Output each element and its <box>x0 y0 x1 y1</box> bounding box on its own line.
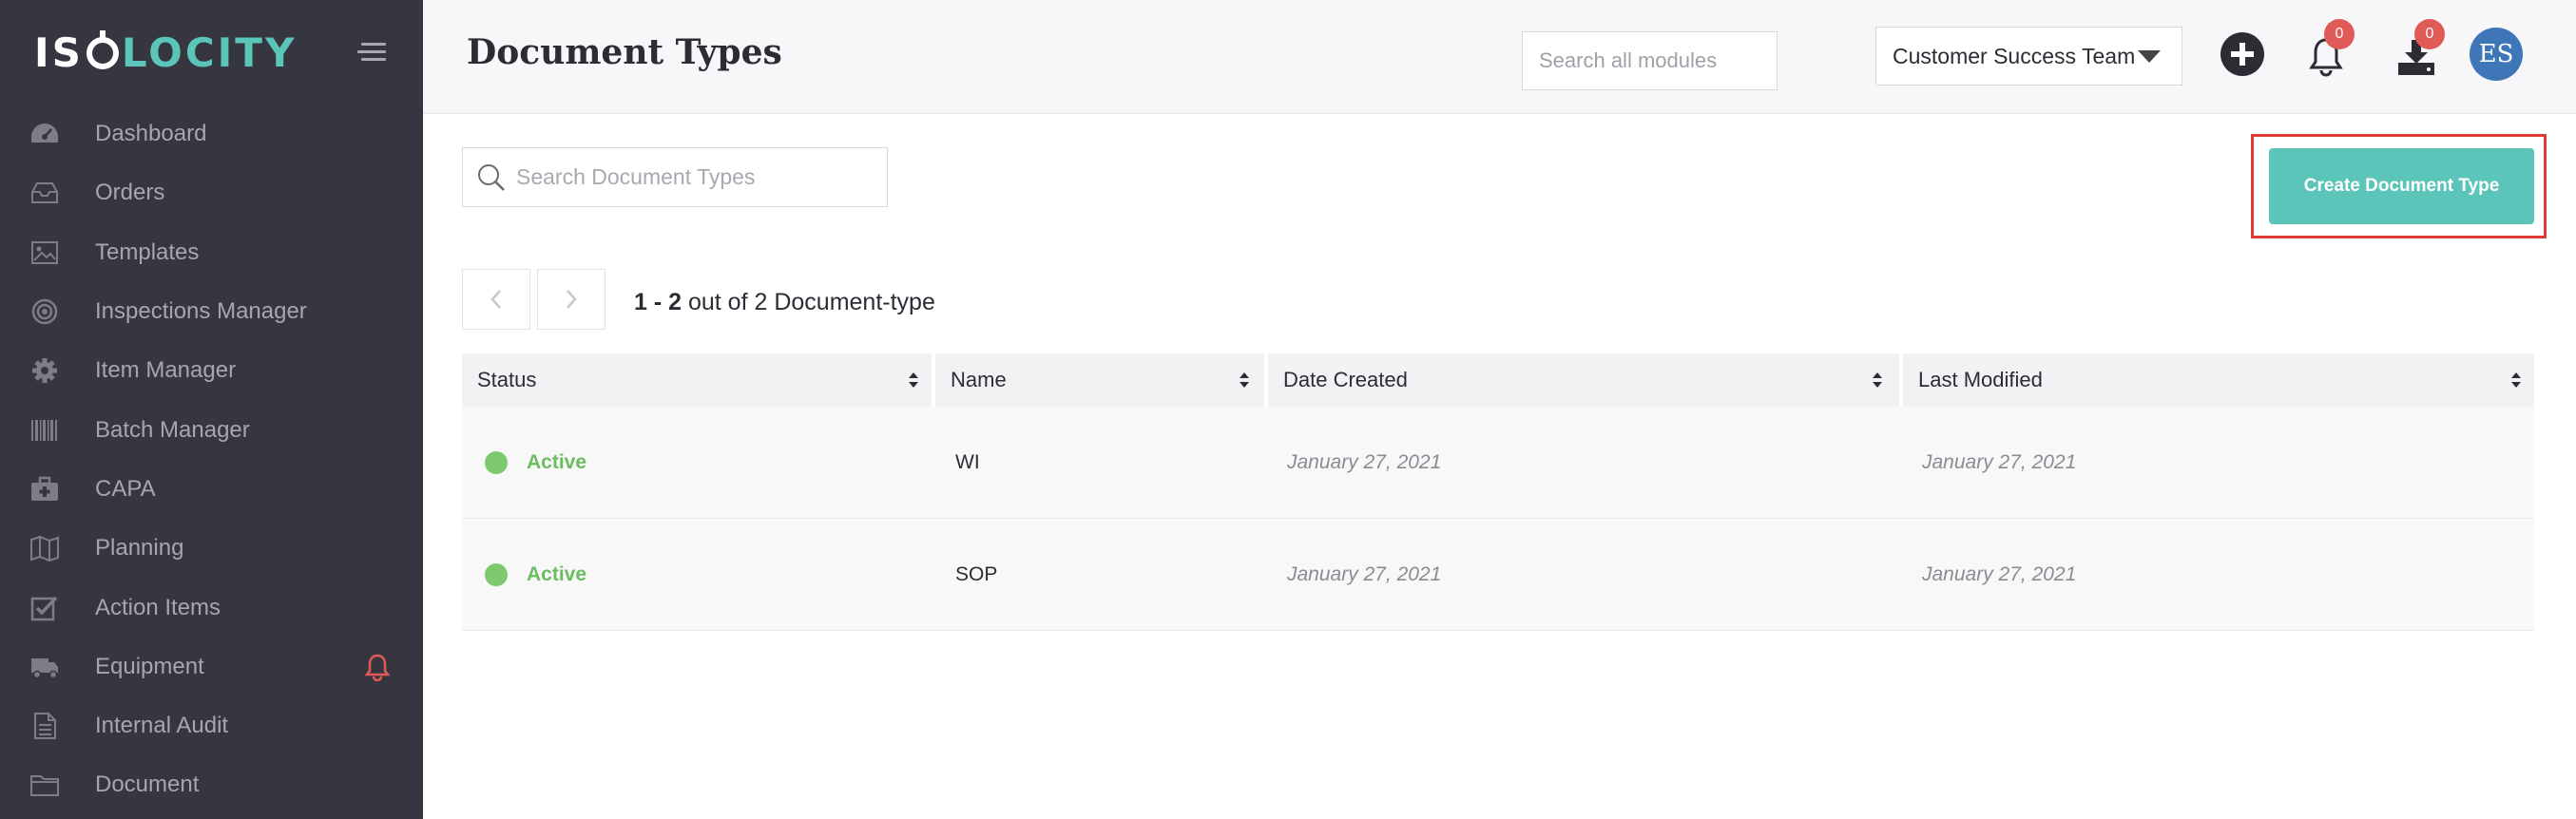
sort-icon <box>1240 372 1249 388</box>
sort-icon <box>909 372 918 388</box>
menu-toggle-icon[interactable] <box>357 43 386 64</box>
column-header-status[interactable]: Status <box>462 353 932 407</box>
sidebar-item-label: CAPA <box>95 475 156 502</box>
column-header-label: Name <box>951 368 1007 391</box>
document-type-search <box>462 147 888 207</box>
sidebar-nav: Dashboard Orders Templates Inspections M… <box>0 105 423 815</box>
sidebar-item-document[interactable]: Document <box>0 755 423 814</box>
sidebar-item-label: Planning <box>95 535 184 562</box>
sidebar-item-label: Batch Manager <box>95 416 250 443</box>
top-header: Document Types Customer Success Team 0 0… <box>423 0 2576 114</box>
equipment-alert-bell-icon[interactable] <box>363 653 392 682</box>
sidebar-item-planning[interactable]: Planning <box>0 519 423 578</box>
medkit-icon <box>29 474 61 505</box>
sidebar-item-item-manager[interactable]: Item Manager <box>0 341 423 400</box>
pagination-range: 1 - 2 <box>634 289 682 315</box>
sidebar-item-inspections-manager[interactable]: Inspections Manager <box>0 282 423 341</box>
page-title: Document Types <box>467 32 782 72</box>
sort-icon <box>1873 372 1882 388</box>
sidebar-item-label: Document <box>95 771 200 798</box>
column-header-label: Date Created <box>1283 368 1408 391</box>
inbox-icon <box>29 178 61 208</box>
column-header-label: Status <box>477 368 537 391</box>
date-created-value: January 27, 2021 <box>1287 563 1442 585</box>
image-icon <box>29 238 61 268</box>
document-type-name[interactable]: WI <box>955 451 980 474</box>
team-dropdown[interactable]: Customer Success Team <box>1875 27 2182 86</box>
document-type-name[interactable]: SOP <box>955 563 997 586</box>
sidebar-item-dashboard[interactable]: Dashboard <box>0 105 423 163</box>
previous-page-button[interactable] <box>462 269 530 330</box>
next-page-button[interactable] <box>537 269 606 330</box>
column-header-name[interactable]: Name <box>935 353 1264 407</box>
notifications-button[interactable]: 0 <box>2307 19 2355 78</box>
sidebar-item-internal-audit[interactable]: Internal Audit <box>0 696 423 755</box>
logo-text-part2: LOCITY <box>121 29 298 76</box>
map-icon <box>29 533 61 563</box>
column-header-last-modified[interactable]: Last Modified <box>1903 353 2534 407</box>
sidebar: IS LOCITY Dashboard Orders Templates Ins… <box>0 0 423 819</box>
barcode-icon <box>29 415 61 446</box>
last-modified-value: January 27, 2021 <box>1922 451 2077 473</box>
sidebar-item-label: Action Items <box>95 594 221 620</box>
notifications-badge: 0 <box>2324 19 2355 49</box>
sidebar-item-batch-manager[interactable]: Batch Manager <box>0 400 423 459</box>
file-icon <box>29 711 61 741</box>
status-label: Active <box>527 563 587 585</box>
date-created-value: January 27, 2021 <box>1287 451 1442 473</box>
search-icon <box>478 164 505 191</box>
sidebar-item-templates[interactable]: Templates <box>0 223 423 282</box>
table-header: Status Name Date Created Last Modified <box>462 353 2534 407</box>
status-label: Active <box>527 451 587 473</box>
target-icon <box>29 296 61 327</box>
document-types-table: Status Name Date Created Last Modified A… <box>462 353 2534 631</box>
stopwatch-icon <box>86 30 119 69</box>
sidebar-item-capa[interactable]: CAPA <box>0 460 423 519</box>
user-avatar[interactable]: ES <box>2470 28 2523 81</box>
sidebar-item-label: Templates <box>95 238 200 265</box>
team-dropdown-value: Customer Success Team <box>1893 43 2136 68</box>
checkbox-icon <box>29 593 61 623</box>
chevron-left-icon <box>490 290 501 309</box>
module-search-input[interactable] <box>1522 31 1778 90</box>
gear-icon <box>29 355 61 386</box>
logo-text-part1: IS <box>34 29 84 76</box>
pagination-suffix: out of 2 Document-type <box>687 289 935 315</box>
truck-icon <box>29 652 61 682</box>
table-row[interactable]: Active WI January 27, 2021 January 27, 2… <box>462 407 2534 519</box>
sidebar-item-label: Internal Audit <box>95 713 229 739</box>
table-row[interactable]: Active SOP January 27, 2021 January 27, … <box>462 519 2534 631</box>
caret-down-icon <box>2138 50 2161 63</box>
sidebar-item-label: Equipment <box>95 653 204 679</box>
column-header-date-created[interactable]: Date Created <box>1268 353 1899 407</box>
dashboard-icon <box>29 119 61 149</box>
downloads-badge: 0 <box>2414 19 2445 49</box>
isolocity-logo[interactable]: IS LOCITY <box>34 29 297 76</box>
downloads-button[interactable]: 0 <box>2395 19 2445 78</box>
create-document-type-button[interactable]: Create Document Type <box>2269 148 2534 224</box>
status-indicator-dot <box>485 451 508 474</box>
add-new-icon[interactable] <box>2220 32 2264 76</box>
sidebar-item-label: Inspections Manager <box>95 298 307 325</box>
sidebar-item-equipment[interactable]: Equipment <box>0 638 423 696</box>
status-indicator-dot <box>485 563 508 586</box>
document-type-search-input[interactable] <box>516 148 877 206</box>
sort-icon <box>2511 372 2521 388</box>
sidebar-item-label: Item Manager <box>95 357 237 384</box>
sidebar-item-orders[interactable]: Orders <box>0 163 423 222</box>
folder-icon <box>29 770 61 800</box>
sidebar-item-label: Dashboard <box>95 121 207 147</box>
chevron-right-icon <box>567 290 577 309</box>
sidebar-item-label: Orders <box>95 180 165 206</box>
last-modified-value: January 27, 2021 <box>1922 563 2077 585</box>
column-header-label: Last Modified <box>1918 368 2043 391</box>
sidebar-item-action-items[interactable]: Action Items <box>0 578 423 637</box>
pagination-summary: 1 - 2 out of 2 Document-type <box>634 289 935 316</box>
